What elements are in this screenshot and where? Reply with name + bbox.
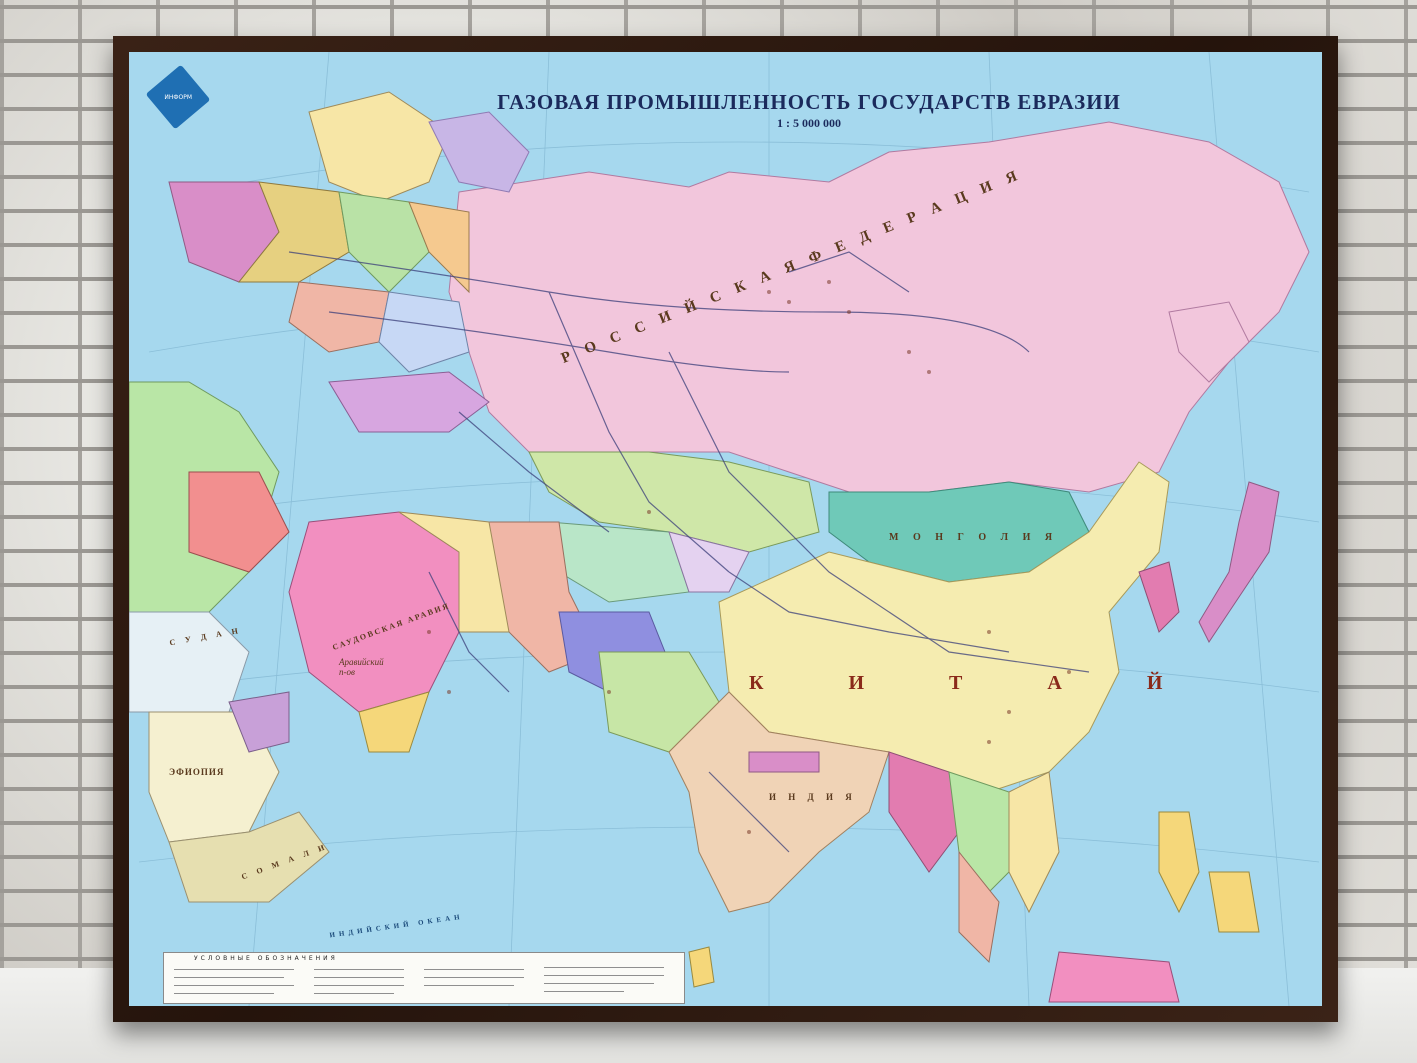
region-russia	[448, 121, 1310, 493]
map-title: ГАЗОВАЯ ПРОМЫШЛЕННОСТЬ ГОСУДАРСТВ ЕВРАЗИ…	[497, 90, 1121, 114]
label-arabian-peninsula: Аравийский п-ов	[339, 657, 384, 677]
label-india: И Н Д И Я	[769, 792, 857, 802]
label-china: К И Т А Й	[749, 672, 1203, 694]
map-legend: УСЛОВНЫЕ ОБОЗНАЧЕНИЯ	[163, 952, 685, 1004]
picture-frame: ИНФОРМ ГАЗОВАЯ ПРОМЫШЛЕННОСТЬ ГОСУДАРСТВ…	[113, 36, 1338, 1022]
label-ethiopia: ЭФИОПИЯ	[169, 767, 225, 777]
map-canvas	[129, 52, 1320, 1006]
map-sheet: ИНФОРМ ГАЗОВАЯ ПРОМЫШЛЕННОСТЬ ГОСУДАРСТВ…	[129, 52, 1322, 1006]
map-scale: 1 : 5 000 000	[777, 116, 841, 130]
label-mongolia: М О Н Г О Л И Я	[889, 532, 1059, 543]
legend-title: УСЛОВНЫЕ ОБОЗНАЧЕНИЯ	[194, 955, 338, 962]
